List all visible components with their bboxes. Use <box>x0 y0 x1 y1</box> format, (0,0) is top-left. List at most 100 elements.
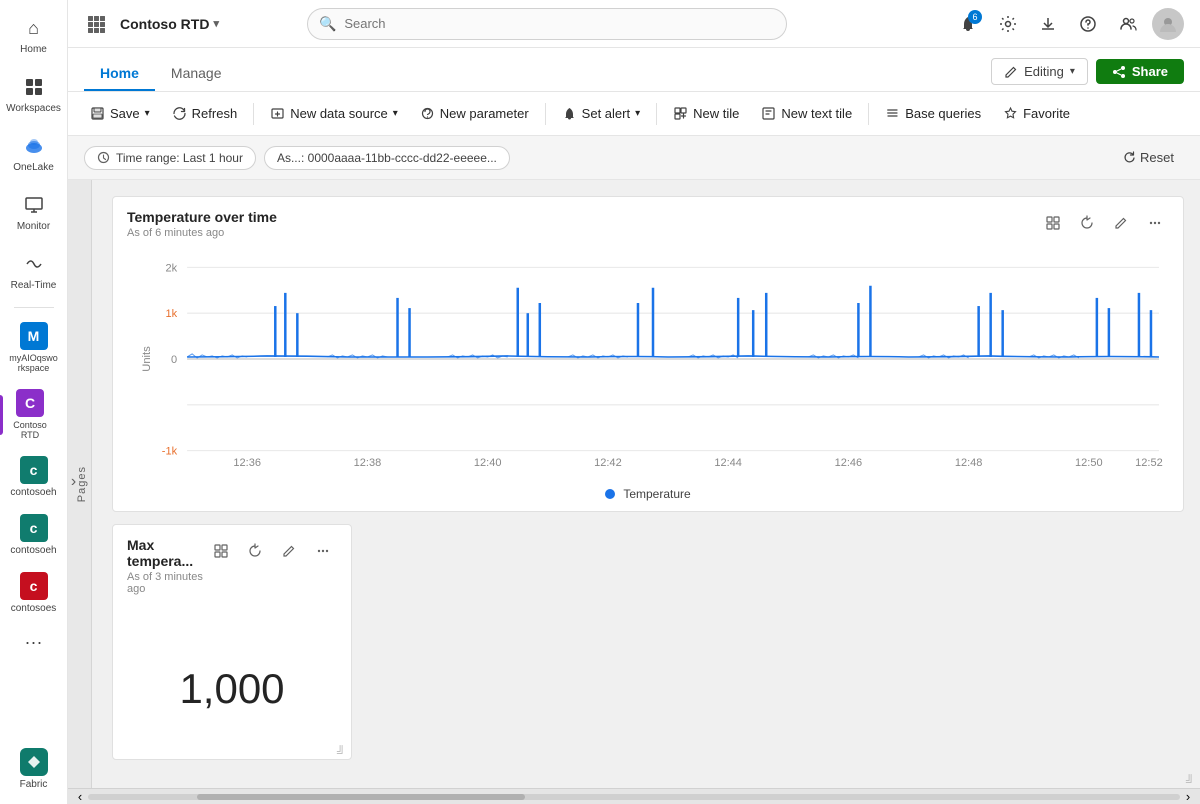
search-bar: 🔍 <box>307 8 787 40</box>
small-tile-title-section: Max tempera... As of 3 minutes ago <box>127 537 207 595</box>
svg-text:12:44: 12:44 <box>714 457 742 469</box>
reset-button[interactable]: Reset <box>1113 146 1184 169</box>
onelake-icon <box>22 134 46 158</box>
chart-refresh-button[interactable] <box>1073 209 1101 237</box>
sidebar-item-contosoeh2[interactable]: c contosoeh <box>4 508 64 562</box>
sidebar-item-contosoes[interactable]: c contosoes <box>4 566 64 620</box>
app-name[interactable]: Contoso RTD ▾ <box>120 16 219 32</box>
sidebar-item-contosoeh1[interactable]: c contosoeh <box>4 450 64 504</box>
main-content: Contoso RTD ▾ 🔍 6 <box>68 0 1200 804</box>
svg-text:12:50: 12:50 <box>1075 457 1103 469</box>
chart-container: 2k 1k 0 -1k Units 12:36 12:38 12:40 12:4… <box>113 243 1183 483</box>
save-button[interactable]: Save ▾ <box>80 101 160 126</box>
search-icon: 🔍 <box>319 15 336 32</box>
sidebar-item-contosortd[interactable]: C ContosoRTD <box>0 383 60 446</box>
set-alert-button[interactable]: Set alert ▾ <box>552 101 650 126</box>
settings-button[interactable] <box>992 8 1024 40</box>
user-avatar[interactable] <box>1152 8 1184 40</box>
small-tile-subtitle: As of 3 minutes ago <box>127 571 207 595</box>
people-button[interactable] <box>1112 8 1144 40</box>
svg-text:0: 0 <box>171 354 177 366</box>
scroll-right-button[interactable]: › <box>1180 789 1196 804</box>
svg-text:1k: 1k <box>165 308 177 320</box>
scroll-left-button[interactable]: ‹ <box>72 789 88 804</box>
legend-label: Temperature <box>623 487 690 501</box>
sidebar-item-home[interactable]: ⌂ Home <box>4 8 64 63</box>
favorite-button[interactable]: Favorite <box>993 101 1080 126</box>
sidebar-item-fabric[interactable]: Fabric <box>4 742 64 796</box>
contosortd-workspace-icon: C <box>16 389 44 417</box>
svg-text:12:42: 12:42 <box>594 457 622 469</box>
dashboard: › Pages Temperature over time As of 6 mi… <box>68 180 1200 788</box>
content-area: Home Manage Editing ▾ Share Save ▾ <box>68 48 1200 804</box>
base-queries-button[interactable]: Base queries <box>875 101 991 126</box>
home-icon: ⌂ <box>22 16 46 40</box>
sidebar-item-realtime[interactable]: Real-Time <box>4 244 64 299</box>
download-button[interactable] <box>1032 8 1064 40</box>
grid-menu-icon[interactable] <box>84 12 108 36</box>
small-tile-refresh-button[interactable] <box>241 537 269 565</box>
sidebar-item-contosoRTD-container: C ContosoRTD <box>0 383 67 446</box>
new-parameter-button[interactable]: New parameter <box>410 101 539 126</box>
svg-text:12:52: 12:52 <box>1135 457 1163 469</box>
chart-edit-button[interactable] <box>1107 209 1135 237</box>
sidebar-item-workspaces-label: Workspaces <box>6 103 61 114</box>
scrollbar-track[interactable] <box>88 794 1180 800</box>
more-icon: ··· <box>25 632 43 653</box>
contosoes-icon: c <box>20 572 48 600</box>
time-range-filter[interactable]: Time range: Last 1 hour <box>84 146 256 170</box>
new-tile-button[interactable]: New tile <box>663 101 749 126</box>
myai-workspace-icon: M <box>20 322 48 350</box>
sidebar-item-onelake-label: OneLake <box>13 162 54 173</box>
dashboard-inner: Temperature over time As of 6 minutes ag… <box>112 196 1184 772</box>
small-tile-edit-button[interactable] <box>275 537 303 565</box>
notification-button[interactable]: 6 <box>952 8 984 40</box>
sidebar-item-monitor[interactable]: Monitor <box>4 185 64 240</box>
tab-home[interactable]: Home <box>84 57 155 91</box>
contosoeh2-icon: c <box>20 514 48 542</box>
sidebar-item-realtime-label: Real-Time <box>11 280 57 291</box>
sidebar-item-myai[interactable]: M myAIOqsworkspace <box>4 316 64 379</box>
asset-filter[interactable]: As...: 0000aaaa-11bb-cccc-dd22-eeeee... <box>264 146 510 170</box>
sidebar-item-myai-label: myAIOqsworkspace <box>9 353 58 373</box>
share-button[interactable]: Share <box>1096 59 1184 84</box>
small-tile-more-button[interactable] <box>309 537 337 565</box>
search-input[interactable] <box>307 8 787 40</box>
new-text-tile-button[interactable]: New text tile <box>751 101 862 126</box>
toolbar-sep-1 <box>253 103 254 125</box>
help-button[interactable] <box>1072 8 1104 40</box>
sidebar-item-onelake[interactable]: OneLake <box>4 126 64 181</box>
topbar: Contoso RTD ▾ 🔍 6 <box>68 0 1200 48</box>
small-tile-grid-button[interactable] <box>207 537 235 565</box>
small-tile-content: 1,000 <box>113 599 351 759</box>
chart-tile: Temperature over time As of 6 minutes ag… <box>112 196 1184 512</box>
small-tile-title: Max tempera... <box>127 537 207 569</box>
sidebar-item-workspaces[interactable]: Workspaces <box>4 67 64 122</box>
active-indicator <box>0 395 3 435</box>
small-tile-resize-handle[interactable]: ╝ <box>337 745 349 757</box>
datasource-chevron: ▾ <box>393 108 398 119</box>
chart-grid-button[interactable] <box>1039 209 1067 237</box>
sidebar-item-more[interactable]: ··· <box>4 624 64 661</box>
small-tile: Max tempera... As of 3 minutes ago <box>112 524 352 760</box>
tiles-row: Max tempera... As of 3 minutes ago <box>112 524 1184 760</box>
tab-bar-left: Home Manage <box>84 57 238 91</box>
svg-text:12:40: 12:40 <box>474 457 502 469</box>
sidebar: ⌂ Home Workspaces OneLake Monitor Real-T… <box>0 0 68 804</box>
svg-text:12:38: 12:38 <box>354 457 382 469</box>
new-datasource-button[interactable]: New data source ▾ <box>260 101 408 126</box>
workspaces-icon <box>22 75 46 99</box>
pages-label: Pages <box>76 466 88 502</box>
alert-chevron: ▾ <box>635 108 640 119</box>
refresh-button[interactable]: Refresh <box>162 101 248 126</box>
tab-bar-right: Editing ▾ Share <box>991 58 1184 91</box>
svg-text:12:48: 12:48 <box>955 457 983 469</box>
pages-panel[interactable]: › Pages <box>68 180 92 788</box>
editing-button[interactable]: Editing ▾ <box>991 58 1088 85</box>
notification-badge: 6 <box>968 10 982 24</box>
sidebar-divider-1 <box>14 307 54 308</box>
sidebar-item-monitor-label: Monitor <box>17 221 50 232</box>
tab-manage[interactable]: Manage <box>155 57 238 91</box>
contosoeh1-icon: c <box>20 456 48 484</box>
chart-more-button[interactable] <box>1141 209 1169 237</box>
